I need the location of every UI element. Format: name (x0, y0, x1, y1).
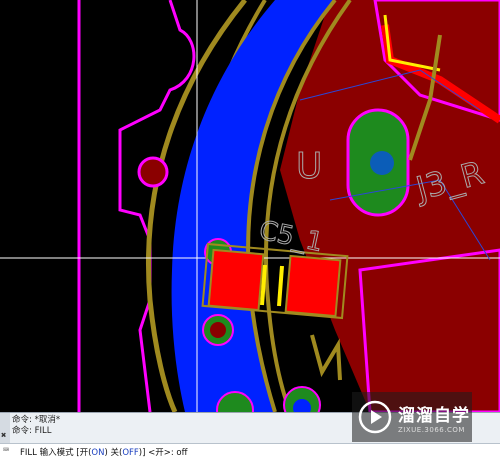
history-line-2: 命令: FILL (12, 426, 52, 436)
option-on[interactable]: ON (91, 448, 104, 458)
watermark-url: ZIXUE.3066.COM (398, 425, 465, 434)
prompt-prefix: FILL 输入模式 [开( (20, 448, 92, 458)
command-input[interactable]: ⌨ FILL 输入模式 [开(ON) 关(OFF)] <开>: off (0, 443, 500, 460)
prompt-mid: ) 关( (104, 448, 123, 458)
via-pad-2-hole (210, 322, 226, 338)
command-prompt-icon[interactable]: ⌨ (3, 445, 9, 456)
round-pad-left (137, 156, 169, 188)
option-off[interactable]: OFF (122, 448, 138, 458)
oval-pad-hole (370, 151, 394, 175)
prompt-suffix: )] <开>: off (138, 448, 188, 458)
command-prompt-text[interactable]: FILL 输入模式 [开(ON) 关(OFF)] <开>: off (20, 446, 187, 458)
watermark-name: 溜溜自学 (398, 405, 470, 426)
copper-pad-lower-right (358, 248, 500, 412)
history-line-1: 命令: *取消* (12, 415, 61, 425)
pcb-drawing-canvas[interactable]: U J3_R C5_1 (0, 0, 500, 412)
command-line-gutter[interactable]: ✖ (0, 413, 10, 443)
wrench-icon[interactable]: ✖ (1, 431, 6, 441)
play-logo-icon (358, 400, 392, 434)
label-u: U (296, 146, 322, 187)
command-history: 命令: *取消* 命令: FILL (12, 415, 60, 437)
watermark: 溜溜自学 ZIXUE.3066.COM (352, 392, 472, 442)
